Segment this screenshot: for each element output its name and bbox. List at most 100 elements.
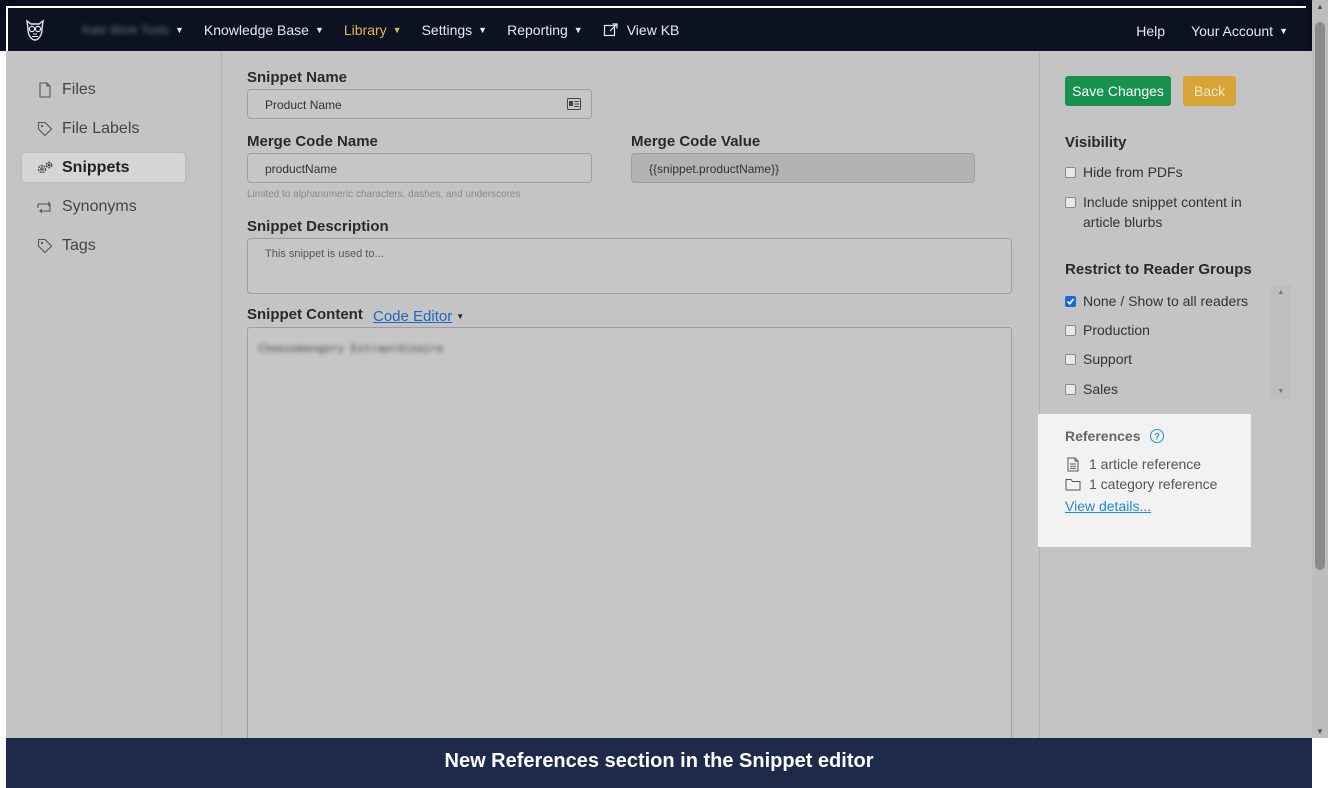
restrict-groups-title: Restrict to Reader Groups — [1065, 261, 1252, 278]
svg-text:?: ? — [1154, 431, 1160, 441]
visibility-title: Visibility — [1065, 134, 1127, 151]
group-option-sales[interactable]: Sales — [1065, 381, 1118, 397]
snippet-gears-icon — [36, 160, 54, 176]
include-blurbs-label: Include snippet content in article blurb… — [1083, 194, 1242, 230]
nav-knowledge-base-label: Knowledge Base — [203, 21, 309, 38]
editor-mode-dropdown[interactable]: Code Editor ▼ — [373, 308, 464, 325]
caption-banner: New References section in the Snippet ed… — [6, 738, 1312, 788]
sidebar-item-label: Snippets — [62, 158, 130, 176]
hide-pdfs-label: Hide from PDFs — [1083, 164, 1183, 180]
groups-scrollbar[interactable]: ▲ ▼ — [1271, 285, 1291, 399]
snippet-content-label: Snippet Content — [247, 306, 363, 323]
group-option-support[interactable]: Support — [1065, 351, 1132, 367]
merge-code-name-label: Merge Code Name — [247, 133, 378, 150]
chevron-down-icon: ▼ — [478, 24, 488, 35]
nav-brand-label: Kate Work Tools — [82, 22, 169, 37]
chevron-down-icon: ▼ — [1279, 25, 1288, 36]
group-checkbox[interactable] — [1065, 325, 1076, 336]
snippet-name-input[interactable]: Product Name — [247, 89, 592, 119]
group-option-production[interactable]: Production — [1065, 322, 1150, 338]
sidebar-item-snippets[interactable]: Snippets — [22, 153, 185, 182]
category-reference-text: 1 category reference — [1089, 476, 1218, 492]
nav-settings-label: Settings — [421, 21, 473, 38]
scroll-up-icon[interactable]: ▲ — [1312, 2, 1328, 11]
scrollbar-thumb[interactable] — [1315, 22, 1325, 570]
category-reference-row: 1 category reference — [1065, 476, 1251, 492]
include-blurbs-checkbox[interactable] — [1065, 197, 1076, 208]
chevron-down-icon: ▼ — [392, 24, 402, 35]
nav-library-label: Library — [343, 21, 387, 38]
scroll-down-icon[interactable]: ▼ — [1271, 388, 1291, 395]
sidebar-item-label: Files — [62, 80, 96, 98]
nav-view-kb-label: View KB — [626, 21, 680, 38]
scroll-down-icon[interactable]: ▼ — [1312, 727, 1328, 736]
snippet-description-label: Snippet Description — [247, 218, 389, 235]
sidebar-item-synonyms[interactable]: Synonyms — [22, 192, 185, 221]
snippet-sidebar-right: Save Changes Back Visibility Hide from P… — [1039, 51, 1312, 738]
references-panel: References ? 1 article reference 1 categ… — [1038, 414, 1251, 547]
help-question-icon[interactable]: ? — [1149, 428, 1165, 444]
nav-knowledge-base[interactable]: Knowledge Base ▼ — [204, 22, 324, 38]
sidebar-item-file-labels[interactable]: File Labels — [22, 114, 185, 143]
group-checkbox[interactable] — [1065, 354, 1076, 365]
top-navbar: Kate Work Tools ▼ Knowledge Base ▼ Libra… — [0, 0, 1312, 51]
group-checkbox[interactable] — [1065, 384, 1076, 395]
include-blurbs-option[interactable]: Include snippet content in article blurb… — [1065, 194, 1265, 232]
snippet-name-value: Product Name — [265, 98, 342, 112]
hide-pdfs-checkbox[interactable] — [1065, 167, 1076, 178]
sidebar-item-label: Tags — [62, 236, 96, 254]
save-changes-button[interactable]: Save Changes — [1065, 76, 1171, 106]
snippet-description-textarea[interactable]: This snippet is used to... — [247, 238, 1012, 294]
back-button[interactable]: Back — [1183, 76, 1236, 106]
sidebar-item-tags[interactable]: Tags — [22, 231, 185, 260]
scroll-up-icon[interactable]: ▲ — [1271, 289, 1291, 296]
view-details-link[interactable]: View details... — [1065, 498, 1251, 514]
document-icon — [1065, 457, 1081, 472]
snippet-content-editor[interactable]: Cheesemongery Extraordinaire — [247, 327, 1012, 747]
snippet-form: Snippet Name Product Name Merge Code Nam… — [222, 51, 1039, 747]
chevron-down-icon: ▼ — [456, 312, 465, 321]
group-label: None / Show to all readers — [1083, 293, 1248, 309]
group-option-none[interactable]: None / Show to all readers — [1065, 293, 1248, 309]
swap-arrows-icon — [36, 200, 54, 214]
group-label: Production — [1083, 322, 1150, 338]
nav-help[interactable]: Help — [1136, 23, 1165, 39]
article-reference-row: 1 article reference — [1065, 456, 1251, 472]
owl-logo-icon[interactable] — [22, 17, 48, 43]
merge-code-name-value: productName — [265, 162, 338, 176]
sidebar-item-label: Synonyms — [62, 197, 137, 215]
nav-settings[interactable]: Settings ▼ — [422, 22, 488, 38]
references-header: References ? — [1065, 428, 1251, 444]
snippet-content-text: Cheesemongery Extraordinaire — [258, 342, 444, 355]
snippet-description-placeholder: This snippet is used to... — [265, 248, 384, 260]
nav-right-group: Help Your Account ▼ — [1110, 8, 1288, 53]
merge-code-name-input[interactable]: productName — [247, 153, 592, 183]
sidebar-item-label: File Labels — [62, 119, 140, 137]
library-sidebar: Files File Labels Snippets Synonyms Tags — [6, 51, 222, 738]
nav-account-label: Your Account — [1191, 22, 1274, 39]
sidebar-item-files[interactable]: Files — [22, 75, 185, 104]
article-reference-text: 1 article reference — [1089, 456, 1202, 472]
group-label: Sales — [1083, 381, 1119, 397]
nav-brand-menu[interactable]: Kate Work Tools ▼ — [82, 23, 184, 37]
external-link-icon — [603, 22, 618, 36]
navbar-inner: Kate Work Tools ▼ Knowledge Base ▼ Libra… — [6, 6, 1306, 51]
group-checkbox-checked[interactable] — [1065, 296, 1076, 307]
merge-code-value-field: {{snippet.productName}} — [631, 153, 975, 183]
merge-code-helper-text: Limited to alphanumeric characters, dash… — [247, 189, 521, 200]
hide-pdfs-option[interactable]: Hide from PDFs — [1065, 164, 1183, 180]
nav-library[interactable]: Library ▼ — [344, 22, 402, 38]
snippet-name-label: Snippet Name — [247, 69, 348, 86]
folder-icon — [1065, 478, 1081, 491]
chevron-down-icon: ▼ — [573, 24, 583, 35]
merge-code-value-text: {{snippet.productName}} — [649, 162, 780, 176]
contact-card-icon — [567, 98, 581, 110]
tag-icon — [36, 238, 54, 254]
references-title: References — [1065, 428, 1141, 444]
nav-help-label: Help — [1136, 22, 1166, 39]
editor-mode-link[interactable]: Code Editor — [373, 308, 452, 325]
page-scrollbar[interactable]: ▲ ▼ — [1312, 0, 1328, 738]
nav-account[interactable]: Your Account ▼ — [1191, 23, 1288, 39]
nav-view-kb[interactable]: View KB — [603, 21, 680, 38]
nav-reporting[interactable]: Reporting ▼ — [507, 22, 583, 38]
